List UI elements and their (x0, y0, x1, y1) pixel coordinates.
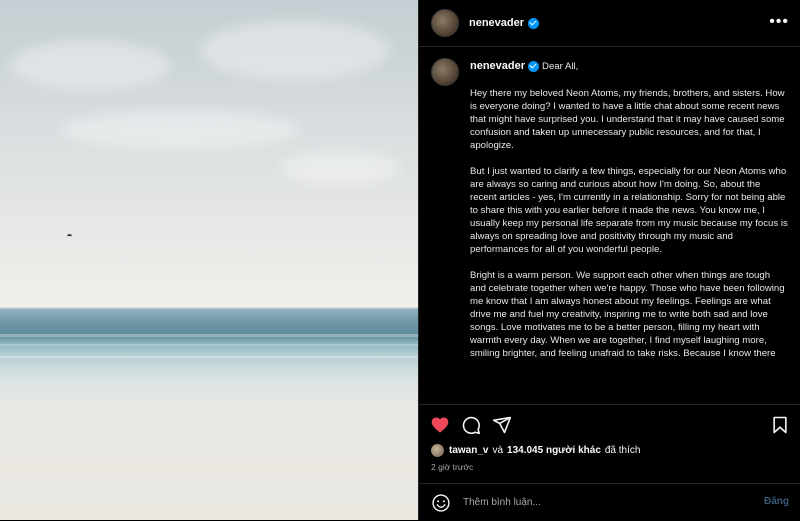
wave-line (0, 344, 418, 346)
verified-badge-icon (528, 17, 540, 29)
avatar[interactable] (431, 58, 459, 86)
photo-cloud (60, 110, 300, 150)
caption-area[interactable]: nenevader Dear All, Hey there my beloved … (419, 47, 800, 404)
caption-paragraph: Hey there my beloved Neon Atoms, my frie… (470, 88, 785, 151)
heart-icon[interactable] (430, 415, 450, 435)
bird (67, 234, 72, 239)
avatar[interactable] (431, 9, 459, 37)
wave-line (0, 356, 418, 358)
post-panel: nenevader ••• nenevader Dear All, Hey the… (418, 0, 800, 520)
likes-suffix: đã thích (604, 445, 641, 456)
liker-username[interactable]: tawan_v (449, 445, 488, 456)
likes-summary: tawan_v và 134.045 người khác đã thích (431, 444, 640, 457)
comment-bar: Đăng (419, 483, 800, 521)
post-timestamp[interactable]: 2 giờ trước (431, 462, 473, 472)
caption-paragraph: But I just wanted to clarify a few thing… (470, 166, 788, 255)
likes-others[interactable]: 134.045 người khác (507, 445, 601, 456)
comment-icon[interactable] (461, 415, 481, 435)
photo-cloud (280, 150, 400, 185)
caption-greeting: Dear All, (542, 61, 579, 72)
post-modal: nenevader ••• nenevader Dear All, Hey the… (0, 0, 800, 520)
caption-username[interactable]: nenevader (470, 60, 525, 72)
caption-head: nenevader Dear All, (470, 60, 788, 73)
comment-input[interactable] (461, 496, 755, 509)
share-icon[interactable] (492, 415, 512, 435)
action-bar (419, 404, 800, 445)
likes-connector: và (492, 445, 504, 456)
more-horizontal-icon[interactable]: ••• (769, 13, 789, 31)
post-username[interactable]: nenevader (469, 17, 524, 29)
liker-avatar[interactable] (431, 444, 444, 457)
post-header: nenevader ••• (419, 0, 800, 47)
verified-badge-icon (528, 60, 540, 72)
caption-paragraph: Bright is a warm person. We support each… (470, 270, 785, 359)
post-photo[interactable] (0, 0, 418, 520)
photo-cloud (200, 20, 390, 80)
wave-line (0, 334, 418, 337)
photo-cloud (10, 40, 170, 90)
post-comment-button[interactable]: Đăng (764, 496, 789, 507)
caption-body: nenevader Dear All, Hey there my beloved … (470, 60, 788, 373)
bookmark-icon[interactable] (770, 415, 790, 435)
emoji-icon[interactable] (431, 493, 451, 513)
